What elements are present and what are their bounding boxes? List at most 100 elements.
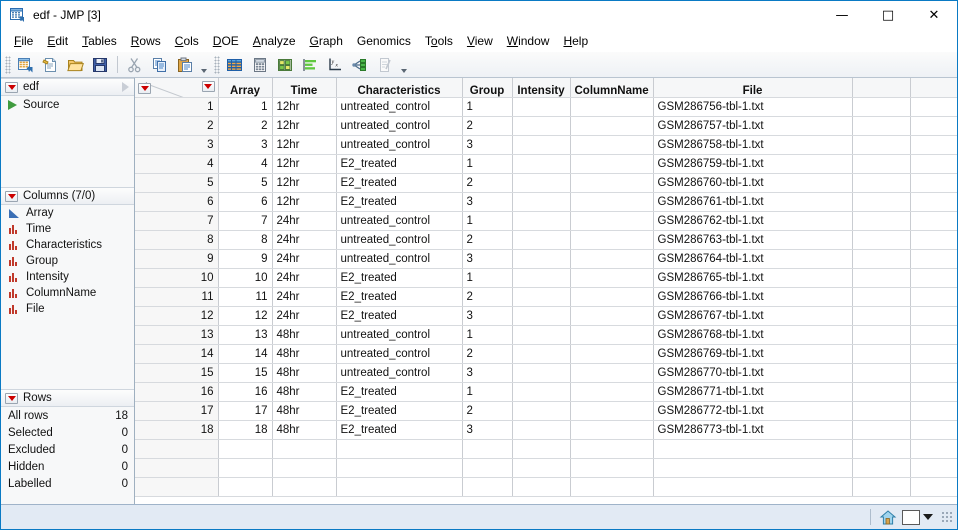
cell-columnname[interactable] xyxy=(570,173,654,193)
column-header-time[interactable]: Time xyxy=(272,78,337,98)
row-number-cell[interactable]: 15 xyxy=(135,363,219,383)
column-header-characteristics[interactable]: Characteristics xyxy=(336,78,463,98)
cell-time[interactable]: 48hr xyxy=(272,420,337,440)
table-row[interactable]: 15 15 48hr untreated_control 3 GSM286770-tbl-… xyxy=(135,363,957,383)
column-item-file[interactable]: File xyxy=(1,301,134,317)
cell-array[interactable]: 5 xyxy=(218,173,273,193)
cell-array[interactable]: 2 xyxy=(218,116,273,136)
fit-y-by-x-icon[interactable] xyxy=(273,54,296,76)
new-script-icon[interactable] xyxy=(39,54,62,76)
chevron-down-icon[interactable] xyxy=(923,514,933,520)
cell-time[interactable]: 48hr xyxy=(272,382,337,402)
save-icon[interactable] xyxy=(89,54,112,76)
cell-group[interactable]: 1 xyxy=(462,154,513,174)
cell-time[interactable]: 24hr xyxy=(272,287,337,307)
toolbar-overflow-button-1[interactable] xyxy=(198,55,209,75)
row-number-cell[interactable]: 9 xyxy=(135,249,219,269)
cell-characteristics[interactable]: E2_treated xyxy=(336,287,463,307)
cell-group[interactable]: 3 xyxy=(462,135,513,155)
cell-intensity[interactable] xyxy=(512,287,571,307)
cell-characteristics[interactable]: E2_treated xyxy=(336,173,463,193)
cell-file[interactable]: GSM286770-tbl-1.txt xyxy=(653,363,853,383)
column-item-characteristics[interactable]: Characteristics xyxy=(1,237,134,253)
cell-time[interactable]: 24hr xyxy=(272,230,337,250)
menu-tables[interactable]: Tables xyxy=(75,32,124,50)
cell-array[interactable]: 4 xyxy=(218,154,273,174)
column-header-empty-2[interactable] xyxy=(910,78,957,98)
toolbar-overflow-button-2[interactable] xyxy=(398,55,409,75)
cell-array[interactable]: 17 xyxy=(218,401,273,421)
column-item-group[interactable]: Group xyxy=(1,253,134,269)
minimize-button[interactable]: — xyxy=(819,0,865,30)
cell-time[interactable]: 48hr xyxy=(272,363,337,383)
cell-characteristics[interactable]: untreated_control xyxy=(336,363,463,383)
table-row[interactable]: 12 12 24hr E2_treated 3 GSM286767-tbl-1.txt xyxy=(135,306,957,326)
row-number-cell[interactable]: 18 xyxy=(135,420,219,440)
menu-edit[interactable]: Edit xyxy=(40,32,75,50)
cell-array[interactable]: 6 xyxy=(218,192,273,212)
close-button[interactable]: ✕ xyxy=(911,0,957,30)
distribution-icon[interactable] xyxy=(223,54,246,76)
cell-group[interactable]: 1 xyxy=(462,211,513,231)
column-header-columnname[interactable]: ColumnName xyxy=(570,78,654,98)
menu-tools[interactable]: Tools xyxy=(418,32,460,50)
cell-characteristics[interactable]: E2_treated xyxy=(336,420,463,440)
cell-intensity[interactable] xyxy=(512,420,571,440)
table-row[interactable]: 3 3 12hr untreated_control 3 GSM286758-tbl-1.… xyxy=(135,135,957,155)
cell-time[interactable]: 48hr xyxy=(272,325,337,345)
tabulate-icon[interactable] xyxy=(248,54,271,76)
rows-stat-selected[interactable]: Selected 0 xyxy=(1,424,134,441)
row-number-cell[interactable]: 10 xyxy=(135,268,219,288)
cell-characteristics[interactable]: E2_treated xyxy=(336,192,463,212)
cell-file[interactable]: GSM286764-tbl-1.txt xyxy=(653,249,853,269)
table-row[interactable]: 13 13 48hr untreated_control 1 GSM286768-tbl-… xyxy=(135,325,957,345)
cell-intensity[interactable] xyxy=(512,344,571,364)
scripting-index-icon[interactable] xyxy=(373,54,396,76)
cell-file[interactable]: GSM286757-tbl-1.txt xyxy=(653,116,853,136)
cell-columnname[interactable] xyxy=(570,211,654,231)
cell-characteristics[interactable]: untreated_control xyxy=(336,97,463,117)
cell-intensity[interactable] xyxy=(512,382,571,402)
column-header-file[interactable]: File xyxy=(653,78,853,98)
menu-graph[interactable]: Graph xyxy=(303,32,350,50)
cell-intensity[interactable] xyxy=(512,116,571,136)
cell-time[interactable]: 12hr xyxy=(272,173,337,193)
cell-array[interactable]: 8 xyxy=(218,230,273,250)
table-row[interactable]: 4 4 12hr E2_treated 1 GSM286759-tbl-1.txt xyxy=(135,154,957,174)
cell-file[interactable]: GSM286765-tbl-1.txt xyxy=(653,268,853,288)
table-panel-menu-button[interactable] xyxy=(5,81,18,93)
cell-characteristics[interactable]: untreated_control xyxy=(336,325,463,345)
rows-stat-labelled[interactable]: Labelled 0 xyxy=(1,475,134,492)
cell-group[interactable]: 2 xyxy=(462,173,513,193)
table-row[interactable]: 16 16 48hr E2_treated 1 GSM286771-tbl-1.txt xyxy=(135,382,957,402)
cell-array[interactable]: 14 xyxy=(218,344,273,364)
cell-columnname[interactable] xyxy=(570,306,654,326)
rows-menu-button[interactable] xyxy=(138,82,151,94)
cell-time[interactable]: 12hr xyxy=(272,192,337,212)
rows-stat-excluded[interactable]: Excluded 0 xyxy=(1,441,134,458)
cell-characteristics[interactable]: E2_treated xyxy=(336,154,463,174)
cell-array[interactable]: 3 xyxy=(218,135,273,155)
data-grid-scroll[interactable]: Array Time Characteristics Group Intensi… xyxy=(135,78,957,504)
cell-group[interactable]: 2 xyxy=(462,230,513,250)
cell-group[interactable]: 2 xyxy=(462,287,513,307)
cell-intensity[interactable] xyxy=(512,135,571,155)
menu-rows[interactable]: Rows xyxy=(124,32,168,50)
cell-time[interactable]: 24hr xyxy=(272,211,337,231)
menu-help[interactable]: Help xyxy=(556,32,595,50)
cell-array[interactable]: 12 xyxy=(218,306,273,326)
cell-group[interactable]: 3 xyxy=(462,420,513,440)
row-number-cell[interactable]: 14 xyxy=(135,344,219,364)
cell-file[interactable]: GSM286763-tbl-1.txt xyxy=(653,230,853,250)
cell-characteristics[interactable]: untreated_control xyxy=(336,344,463,364)
cell-array[interactable]: 16 xyxy=(218,382,273,402)
menu-analyze[interactable]: Analyze xyxy=(246,32,303,50)
table-row[interactable]: 2 2 12hr untreated_control 2 GSM286757-tbl-1.… xyxy=(135,116,957,136)
cell-file[interactable]: GSM286760-tbl-1.txt xyxy=(653,173,853,193)
menu-genomics[interactable]: Genomics xyxy=(350,32,418,50)
cell-characteristics[interactable]: E2_treated xyxy=(336,268,463,288)
cell-intensity[interactable] xyxy=(512,363,571,383)
cell-time[interactable]: 24hr xyxy=(272,306,337,326)
cell-file[interactable]: GSM286756-tbl-1.txt xyxy=(653,97,853,117)
new-data-table-icon[interactable] xyxy=(14,54,37,76)
